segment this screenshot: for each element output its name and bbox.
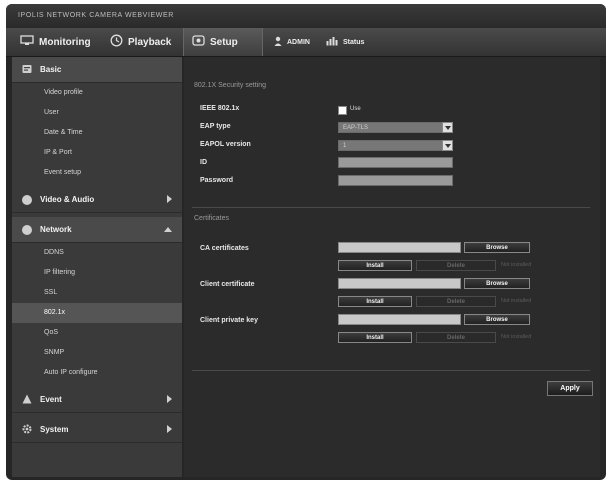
event-icon xyxy=(22,394,32,406)
client-cert-status-text: Not installed xyxy=(501,298,532,304)
window-title: IPOLIS NETWORK CAMERA WEBVIEWER xyxy=(6,4,606,28)
eap-type-value: EAP-TLS xyxy=(343,125,369,131)
sidebar-item-user[interactable]: User xyxy=(12,103,182,123)
chevron-down-icon[interactable] xyxy=(442,122,453,133)
use-8021x-checkbox[interactable] xyxy=(338,106,347,115)
gear-icon xyxy=(22,424,32,436)
ca-delete-button[interactable]: Delete xyxy=(416,260,496,271)
network-icon xyxy=(22,224,32,235)
sidebar-group-video-audio-label: Video & Audio xyxy=(40,195,95,204)
chevron-right-icon xyxy=(167,195,172,203)
private-key-delete-button[interactable]: Delete xyxy=(416,332,496,343)
tab-playback[interactable]: Playback xyxy=(102,28,182,56)
section-title-certificates: Certificates xyxy=(194,215,230,222)
client-certificate-file-field[interactable] xyxy=(338,278,461,289)
apply-button[interactable]: Apply xyxy=(547,381,593,396)
sidebar-group-network-label: Network xyxy=(40,225,72,234)
ca-certificate-file-field[interactable] xyxy=(338,242,461,253)
tab-playback-label: Playback xyxy=(128,36,172,48)
sidebar-group-video-audio[interactable]: Video & Audio xyxy=(12,187,182,213)
password-input[interactable] xyxy=(338,175,453,186)
tab-setup[interactable]: Setup xyxy=(183,28,263,56)
id-input[interactable] xyxy=(338,157,453,168)
ca-status-text: Not installed xyxy=(501,262,532,268)
eapol-version-select[interactable]: 1 xyxy=(338,140,453,151)
video-audio-icon xyxy=(22,194,32,205)
sidebar-item-snmp[interactable]: SNMP xyxy=(12,343,182,363)
main-content: 802.1X Security setting IEEE 802.1x Use … xyxy=(184,57,600,477)
sidebar-group-event[interactable]: Event xyxy=(12,387,182,413)
top-nav: Monitoring Playback Setup ADMIN Status xyxy=(6,28,606,57)
tab-setup-label: Setup xyxy=(210,36,238,48)
ca-certificate-label: CA certificates xyxy=(200,245,249,252)
password-label: Password xyxy=(200,177,234,184)
user-name: ADMIN xyxy=(287,38,310,46)
sidebar-item-ip-filtering[interactable]: IP filtering xyxy=(12,263,182,283)
client-cert-browse-button[interactable]: Browse xyxy=(464,278,530,289)
tab-monitoring-label: Monitoring xyxy=(39,36,91,48)
ca-browse-button[interactable]: Browse xyxy=(464,242,530,253)
chevron-up-icon xyxy=(164,227,172,232)
status-icon xyxy=(326,36,338,48)
status-label: Status xyxy=(343,38,365,46)
monitor-icon xyxy=(20,35,34,49)
eapol-version-label: EAPOL version xyxy=(200,141,251,148)
ca-install-button[interactable]: Install xyxy=(338,260,412,271)
sidebar-group-network[interactable]: Network xyxy=(12,217,182,243)
sidebar-group-system-label: System xyxy=(40,425,69,434)
sidebar: Basic Video profile User Date & Time IP … xyxy=(12,57,182,477)
chevron-down-icon[interactable] xyxy=(442,140,453,151)
chevron-right-icon xyxy=(167,425,172,433)
eapol-version-value: 1 xyxy=(343,143,347,149)
setup-icon xyxy=(192,35,205,49)
sidebar-item-date-time[interactable]: Date & Time xyxy=(12,123,182,143)
sidebar-group-basic-label: Basic xyxy=(40,65,62,74)
client-private-key-file-field[interactable] xyxy=(338,314,461,325)
sidebar-item-ddns[interactable]: DDNS xyxy=(12,243,182,263)
basic-settings-icon xyxy=(22,64,32,76)
private-key-install-button[interactable]: Install xyxy=(338,332,412,343)
divider xyxy=(192,207,590,208)
id-label: ID xyxy=(200,159,207,166)
sidebar-item-auto-ip[interactable]: Auto IP configure xyxy=(12,363,182,383)
private-key-browse-button[interactable]: Browse xyxy=(464,314,530,325)
sidebar-group-event-label: Event xyxy=(40,395,62,404)
sidebar-item-ip-port[interactable]: IP & Port xyxy=(12,143,182,163)
client-cert-delete-button[interactable]: Delete xyxy=(416,296,496,307)
sidebar-item-event-setup[interactable]: Event setup xyxy=(12,163,182,183)
section-title-8021x: 802.1X Security setting xyxy=(194,82,266,89)
client-private-key-label: Client private key xyxy=(200,317,258,324)
divider xyxy=(192,370,590,371)
app-window: IPOLIS NETWORK CAMERA WEBVIEWER Monitori… xyxy=(6,4,606,480)
private-key-status-text: Not installed xyxy=(501,334,532,340)
user-icon xyxy=(274,36,282,48)
sidebar-group-system[interactable]: System xyxy=(12,417,182,443)
sidebar-group-basic[interactable]: Basic xyxy=(12,57,182,83)
ieee-8021x-label: IEEE 802.1x xyxy=(200,105,240,112)
sidebar-item-ssl[interactable]: SSL xyxy=(12,283,182,303)
eap-type-label: EAP type xyxy=(200,123,231,130)
eap-type-select[interactable]: EAP-TLS xyxy=(338,122,453,133)
status-menu[interactable]: Status xyxy=(318,28,370,56)
client-cert-install-button[interactable]: Install xyxy=(338,296,412,307)
sidebar-item-qos[interactable]: QoS xyxy=(12,323,182,343)
user-menu[interactable]: ADMIN xyxy=(266,28,316,56)
chevron-right-icon xyxy=(167,395,172,403)
playback-icon xyxy=(110,34,123,50)
sidebar-item-video-profile[interactable]: Video profile xyxy=(12,83,182,103)
sidebar-item-8021x[interactable]: 802.1x xyxy=(12,303,182,323)
tab-monitoring[interactable]: Monitoring xyxy=(12,28,104,56)
use-8021x-checkbox-label: Use xyxy=(350,106,361,112)
client-certificate-label: Client certificate xyxy=(200,281,255,288)
